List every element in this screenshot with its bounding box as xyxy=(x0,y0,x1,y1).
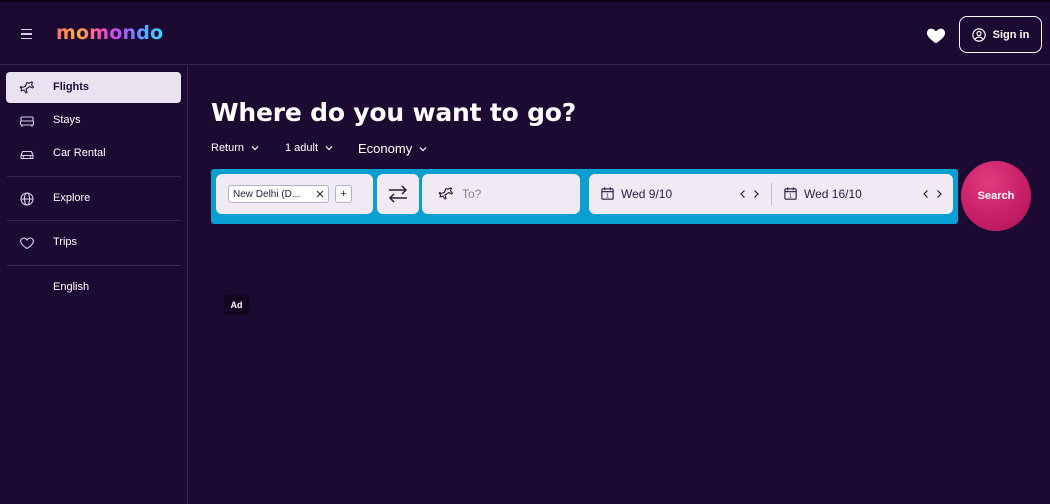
trip-type-label: Return xyxy=(211,142,245,154)
top-header: momondo Sign in xyxy=(0,2,1050,65)
destination-field[interactable]: To? xyxy=(422,174,580,214)
travellers-label: 1 adult xyxy=(285,142,319,154)
sidebar-item-label: Car Rental xyxy=(53,147,106,159)
sidebar-item-car-rental[interactable]: Car Rental xyxy=(6,138,181,169)
sidebar-divider xyxy=(7,220,181,221)
sidebar-item-stays[interactable]: Stays xyxy=(6,105,181,136)
globe-icon xyxy=(20,192,34,206)
momondo-logo[interactable]: momondo xyxy=(56,22,163,44)
cabin-class-label: Economy xyxy=(358,141,413,156)
user-icon xyxy=(971,27,986,42)
car-icon xyxy=(20,150,34,160)
trip-type-dropdown[interactable]: Return xyxy=(211,142,260,154)
calendar-icon: 1 xyxy=(784,187,797,200)
chevron-right-icon[interactable] xyxy=(751,188,761,200)
menu-icon[interactable] xyxy=(17,24,37,44)
sidebar-item-label: English xyxy=(53,281,90,293)
flight-search-bar: New Delhi (D... + To? 1 Wed 9/10 1 Wed 1… xyxy=(211,169,958,224)
dates-field: 1 Wed 9/10 1 Wed 16/10 xyxy=(589,174,953,214)
sidebar: Flights Stays Car Rental Explore Trips E… xyxy=(0,66,188,504)
depart-date: Wed 9/10 xyxy=(621,187,673,201)
origin-field[interactable]: New Delhi (D... + xyxy=(216,174,373,214)
sidebar-item-label: Explore xyxy=(53,192,91,204)
sidebar-item-label: Flights xyxy=(53,81,90,93)
search-button[interactable]: Search xyxy=(961,161,1031,231)
return-date-field[interactable]: 1 Wed 16/10 xyxy=(772,174,953,214)
sidebar-item-english[interactable]: English xyxy=(6,272,181,303)
chevron-down-icon xyxy=(325,146,333,151)
return-date: Wed 16/10 xyxy=(804,187,862,201)
swap-arrows-icon xyxy=(388,185,408,203)
depart-date-field[interactable]: 1 Wed 9/10 xyxy=(589,174,771,214)
sign-in-label: Sign in xyxy=(992,28,1030,41)
calendar-icon: 1 xyxy=(601,187,614,200)
heart-icon[interactable] xyxy=(925,24,947,46)
origin-chip-label: New Delhi (D... xyxy=(233,188,301,200)
travellers-dropdown[interactable]: 1 adult xyxy=(285,142,334,154)
chevron-down-icon xyxy=(419,146,427,151)
destination-placeholder: To? xyxy=(462,187,482,201)
chevron-right-icon[interactable] xyxy=(934,188,944,200)
origin-chip[interactable]: New Delhi (D... xyxy=(228,185,329,203)
sign-in-button[interactable]: Sign in xyxy=(959,16,1042,53)
plane-icon xyxy=(438,187,454,200)
sidebar-item-flights[interactable]: Flights xyxy=(6,72,181,103)
chevron-down-icon xyxy=(251,146,259,151)
cabin-class-dropdown[interactable]: Economy xyxy=(358,141,428,156)
heart-outline-icon xyxy=(20,237,34,250)
svg-text:1: 1 xyxy=(606,194,609,200)
swap-button[interactable] xyxy=(377,174,419,214)
sidebar-item-explore[interactable]: Explore xyxy=(6,183,181,214)
ad-badge: Ad xyxy=(224,295,249,315)
svg-text:1: 1 xyxy=(789,194,792,200)
sidebar-item-label: Trips xyxy=(53,236,78,248)
chevron-left-icon[interactable] xyxy=(738,188,748,200)
add-origin-button[interactable]: + xyxy=(335,185,352,203)
sidebar-divider xyxy=(7,265,181,266)
sidebar-item-label: Stays xyxy=(53,114,81,126)
close-icon[interactable] xyxy=(315,189,325,199)
sidebar-divider xyxy=(7,176,181,177)
chevron-left-icon[interactable] xyxy=(921,188,931,200)
sidebar-item-trips[interactable]: Trips xyxy=(6,227,181,258)
bed-icon xyxy=(19,116,35,127)
plane-icon xyxy=(19,81,35,94)
page-title: Where do you want to go? xyxy=(211,98,577,127)
